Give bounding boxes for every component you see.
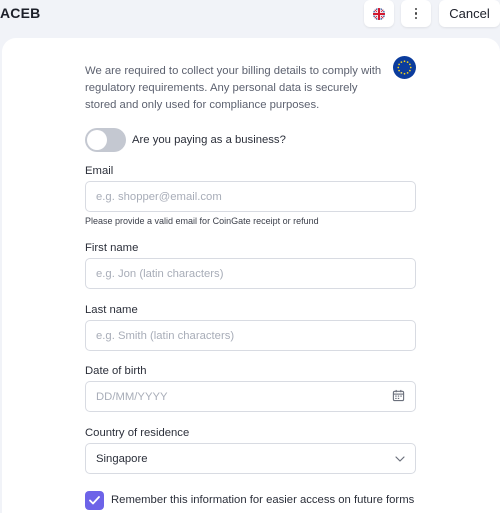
uk-flag-icon bbox=[373, 7, 385, 20]
remember-checkbox[interactable] bbox=[85, 490, 104, 510]
country-select[interactable]: Singapore bbox=[85, 443, 416, 474]
first-name-label: First name bbox=[85, 242, 139, 254]
email-label: Email bbox=[85, 165, 114, 177]
country-label: Country of residence bbox=[85, 427, 190, 439]
compliance-notice: We are required to collect your billing … bbox=[85, 65, 382, 111]
chevron-down-icon bbox=[395, 455, 405, 462]
brand-name: ACEB bbox=[0, 5, 41, 21]
business-toggle-label: Are you paying as a business? bbox=[132, 134, 286, 146]
more-vertical-icon bbox=[414, 7, 418, 20]
last-name-field[interactable] bbox=[85, 320, 416, 351]
eu-flag-icon bbox=[393, 56, 416, 79]
first-name-field[interactable] bbox=[85, 258, 416, 289]
calendar-icon[interactable] bbox=[392, 389, 405, 402]
dob-field[interactable] bbox=[85, 381, 416, 412]
email-hint: Please provide a valid email for CoinGat… bbox=[85, 216, 319, 226]
more-options-button[interactable] bbox=[401, 0, 431, 27]
checkmark-icon bbox=[89, 495, 100, 504]
language-button[interactable] bbox=[364, 0, 394, 27]
dob-label: Date of birth bbox=[85, 365, 147, 377]
toggle-knob bbox=[87, 130, 107, 150]
cancel-button[interactable]: Cancel bbox=[439, 0, 500, 27]
business-toggle-row: Are you paying as a business? bbox=[85, 128, 286, 152]
top-bar: ACEB Cancel bbox=[0, 0, 500, 30]
email-field[interactable] bbox=[85, 181, 416, 212]
country-select-value: Singapore bbox=[96, 452, 148, 465]
remember-row: Remember this information for easier acc… bbox=[85, 490, 414, 510]
business-toggle[interactable] bbox=[85, 128, 126, 152]
last-name-label: Last name bbox=[85, 304, 138, 316]
remember-label: Remember this information for easier acc… bbox=[111, 494, 415, 506]
